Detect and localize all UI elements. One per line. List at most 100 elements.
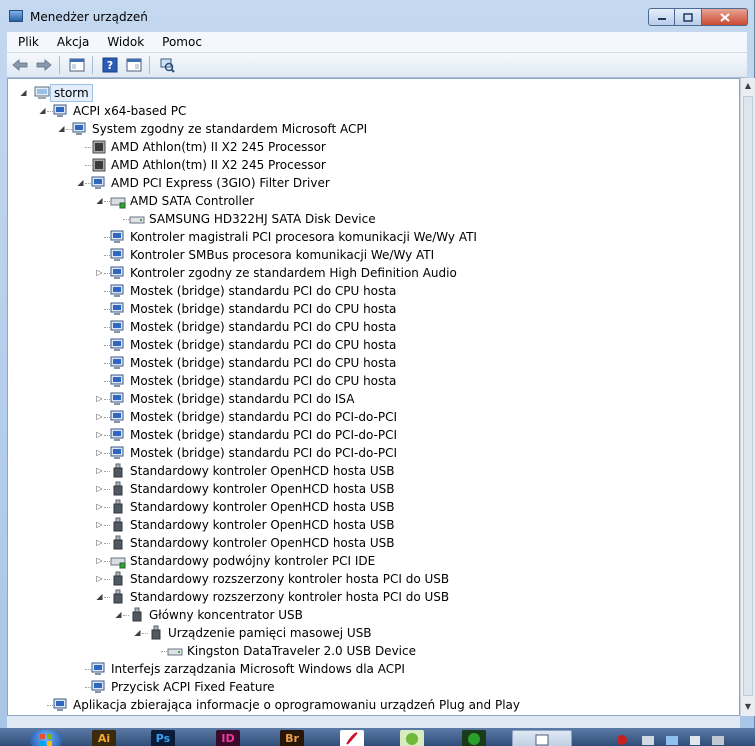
tree-node-label[interactable]: Standardowy rozszerzony kontroler hosta … xyxy=(130,589,449,605)
expand-arrow-icon[interactable]: ▷ xyxy=(95,412,104,421)
scroll-thumb[interactable] xyxy=(743,96,753,696)
back-button[interactable] xyxy=(9,54,31,76)
menu-plik[interactable]: Plik xyxy=(7,35,46,49)
start-button[interactable] xyxy=(30,730,62,746)
tree-node[interactable]: Kontroler SMBus procesora komunikacji We… xyxy=(8,246,739,264)
tree-node[interactable]: Przycisk ACPI Fixed Feature xyxy=(8,678,739,696)
maximize-button[interactable] xyxy=(675,8,702,26)
expand-arrow-icon[interactable]: ▷ xyxy=(95,394,104,403)
tree-node-label[interactable]: Mostek (bridge) standardu PCI do CPU hos… xyxy=(130,373,396,389)
tree-node[interactable]: ▷ Kontroler zgodny ze standardem High Def… xyxy=(8,264,739,282)
tree-node[interactable]: ▷ Standardowy kontroler OpenHCD hosta USB xyxy=(8,498,739,516)
tree-node-label[interactable]: Mostek (bridge) standardu PCI do PCI-do-… xyxy=(130,427,397,443)
tree-node[interactable]: Mostek (bridge) standardu PCI do CPU hos… xyxy=(8,372,739,390)
device-manager-taskbar-button[interactable] xyxy=(512,730,572,746)
tree-node-label[interactable]: Główny koncentrator USB xyxy=(149,607,303,623)
tree-node[interactable]: ▷ Standardowy rozszerzony kontroler hosta… xyxy=(8,570,739,588)
scroll-down-icon[interactable]: ▼ xyxy=(743,702,753,712)
tree-node[interactable]: ◢ System zgodny ze standardem Microsoft A… xyxy=(8,120,739,138)
tree-node[interactable]: ◢ ACPI x64-based PC xyxy=(8,102,739,120)
tree-node-label[interactable]: Standardowy rozszerzony kontroler hosta … xyxy=(130,571,449,587)
tree-node-label[interactable]: Aplikacja zbierająca informacje o oprogr… xyxy=(73,697,520,713)
scan-hardware-changes-button[interactable] xyxy=(156,54,178,76)
tree-node[interactable]: SAMSUNG HD322HJ SATA Disk Device xyxy=(8,210,739,228)
tree-node[interactable]: ◢ Urządzenie pamięci masowej USB xyxy=(8,624,739,642)
tree-node[interactable]: Kontroler magistrali PCI procesora komun… xyxy=(8,228,739,246)
tree-node-label[interactable]: Kontroler zgodny ze standardem High Defi… xyxy=(130,265,457,281)
close-button[interactable] xyxy=(702,8,748,26)
collapse-arrow-icon[interactable]: ◢ xyxy=(38,106,47,115)
tree-node-label[interactable]: Standardowy kontroler OpenHCD hosta USB xyxy=(130,481,395,497)
expand-arrow-icon[interactable]: ▷ xyxy=(95,268,104,277)
help-button[interactable]: ? xyxy=(99,54,121,76)
expand-arrow-icon[interactable]: ▷ xyxy=(95,430,104,439)
scroll-up-icon[interactable]: ▲ xyxy=(743,81,753,91)
tree-node-label[interactable]: Standardowy kontroler OpenHCD hosta USB xyxy=(130,463,395,479)
minimize-button[interactable] xyxy=(648,8,675,26)
tree-node[interactable]: Mostek (bridge) standardu PCI do CPU hos… xyxy=(8,300,739,318)
expand-arrow-icon[interactable]: ▷ xyxy=(95,484,104,493)
device-tree[interactable]: ◢ storm ◢ ACPI x64-based PC ◢ System zgodny z… xyxy=(7,78,740,716)
collapse-arrow-icon[interactable]: ◢ xyxy=(95,196,104,205)
tree-node[interactable]: ◢ Standardowy rozszerzony kontroler hosta… xyxy=(8,588,739,606)
tree-node-label[interactable]: Interfejs zarządzania Microsoft Windows … xyxy=(111,661,405,677)
bridge-taskbar-button[interactable]: Br xyxy=(280,730,304,746)
app-taskbar-button-dark[interactable] xyxy=(462,730,486,746)
expand-arrow-icon[interactable]: ▷ xyxy=(95,556,104,565)
tree-node-label[interactable]: Kontroler SMBus procesora komunikacji We… xyxy=(130,247,434,263)
tree-node[interactable]: ▷ Standardowy kontroler OpenHCD hosta USB xyxy=(8,480,739,498)
acrobat-taskbar-button[interactable] xyxy=(340,730,364,746)
tree-node-label[interactable]: AMD PCI Express (3GIO) Filter Driver xyxy=(111,175,330,191)
tree-node[interactable]: ▷ Standardowy kontroler OpenHCD hosta USB xyxy=(8,516,739,534)
tree-node[interactable]: AMD Athlon(tm) II X2 245 Processor xyxy=(8,156,739,174)
tree-node[interactable]: ◢ AMD PCI Express (3GIO) Filter Driver xyxy=(8,174,739,192)
tree-node-label[interactable]: Mostek (bridge) standardu PCI do CPU hos… xyxy=(130,355,396,371)
collapse-arrow-icon[interactable]: ◢ xyxy=(133,628,142,637)
menu-akcja[interactable]: Akcja xyxy=(46,35,96,49)
collapse-arrow-icon[interactable]: ◢ xyxy=(76,178,85,187)
tree-node-label[interactable]: Mostek (bridge) standardu PCI do CPU hos… xyxy=(130,283,396,299)
tree-node-label[interactable]: Standardowy kontroler OpenHCD hosta USB xyxy=(130,517,395,533)
tree-node-label[interactable]: Mostek (bridge) standardu PCI do PCI-do-… xyxy=(130,445,397,461)
tree-node[interactable]: ▷ Standardowy kontroler OpenHCD hosta USB xyxy=(8,534,739,552)
expand-arrow-icon[interactable]: ▷ xyxy=(95,538,104,547)
menu-widok[interactable]: Widok xyxy=(96,35,151,49)
tree-node-label[interactable]: Mostek (bridge) standardu PCI do CPU hos… xyxy=(130,319,396,335)
expand-arrow-icon[interactable]: ▷ xyxy=(95,448,104,457)
tree-node[interactable]: Kingston DataTraveler 2.0 USB Device xyxy=(8,642,739,660)
tree-node-label[interactable]: Standardowy kontroler OpenHCD hosta USB xyxy=(130,499,395,515)
tree-node[interactable]: Mostek (bridge) standardu PCI do CPU hos… xyxy=(8,354,739,372)
tree-node[interactable]: ▷ Mostek (bridge) standardu PCI do PCI-do… xyxy=(8,408,739,426)
tree-node-label[interactable]: Mostek (bridge) standardu PCI do PCI-do-… xyxy=(130,409,397,425)
menu-pomoc[interactable]: Pomoc xyxy=(151,35,209,49)
photoshop-taskbar-button[interactable]: Ps xyxy=(151,730,175,746)
tree-node[interactable]: Aplikacja zbierająca informacje o oprogr… xyxy=(8,696,739,714)
tree-node[interactable]: ◢ Główny koncentrator USB xyxy=(8,606,739,624)
tree-node[interactable]: ◢ storm xyxy=(8,84,739,102)
collapse-arrow-icon[interactable]: ◢ xyxy=(57,124,66,133)
expand-arrow-icon[interactable]: ▷ xyxy=(95,574,104,583)
tree-node-label[interactable]: Standardowy kontroler OpenHCD hosta USB xyxy=(130,535,395,551)
tree-node-label[interactable]: AMD Athlon(tm) II X2 245 Processor xyxy=(111,157,326,173)
tree-node-label[interactable]: AMD Athlon(tm) II X2 245 Processor xyxy=(111,139,326,155)
tree-node-label[interactable]: Mostek (bridge) standardu PCI do CPU hos… xyxy=(130,337,396,353)
illustrator-taskbar-button[interactable]: Ai xyxy=(92,730,116,746)
tree-node[interactable]: ▷ Mostek (bridge) standardu PCI do PCI-do… xyxy=(8,444,739,462)
indesign-taskbar-button[interactable]: ID xyxy=(216,730,240,746)
tree-node[interactable]: Mostek (bridge) standardu PCI do CPU hos… xyxy=(8,318,739,336)
tree-node-label[interactable]: AMD SATA Controller xyxy=(130,193,254,209)
tree-node[interactable]: ▷ Mostek (bridge) standardu PCI do PCI-do… xyxy=(8,426,739,444)
properties-button[interactable] xyxy=(123,54,145,76)
tree-node-label[interactable]: ACPI x64-based PC xyxy=(73,103,186,119)
tree-node[interactable]: ▷ Standardowy podwójny kontroler PCI IDE xyxy=(8,552,739,570)
collapse-arrow-icon[interactable]: ◢ xyxy=(19,88,28,97)
tree-node-label[interactable]: Mostek (bridge) standardu PCI do CPU hos… xyxy=(130,301,396,317)
app-taskbar-button-green[interactable] xyxy=(400,730,424,746)
vertical-scrollbar[interactable]: ▲ ▼ xyxy=(740,78,755,716)
tree-node-label[interactable]: System zgodny ze standardem Microsoft AC… xyxy=(92,121,367,137)
collapse-arrow-icon[interactable]: ◢ xyxy=(114,610,123,619)
title-bar[interactable]: Menedżer urządzeń xyxy=(0,0,754,32)
tree-node[interactable]: ▷ Mostek (bridge) standardu PCI do ISA xyxy=(8,390,739,408)
tree-node-label[interactable]: Kingston DataTraveler 2.0 USB Device xyxy=(187,643,416,659)
collapse-arrow-icon[interactable]: ◢ xyxy=(95,592,104,601)
